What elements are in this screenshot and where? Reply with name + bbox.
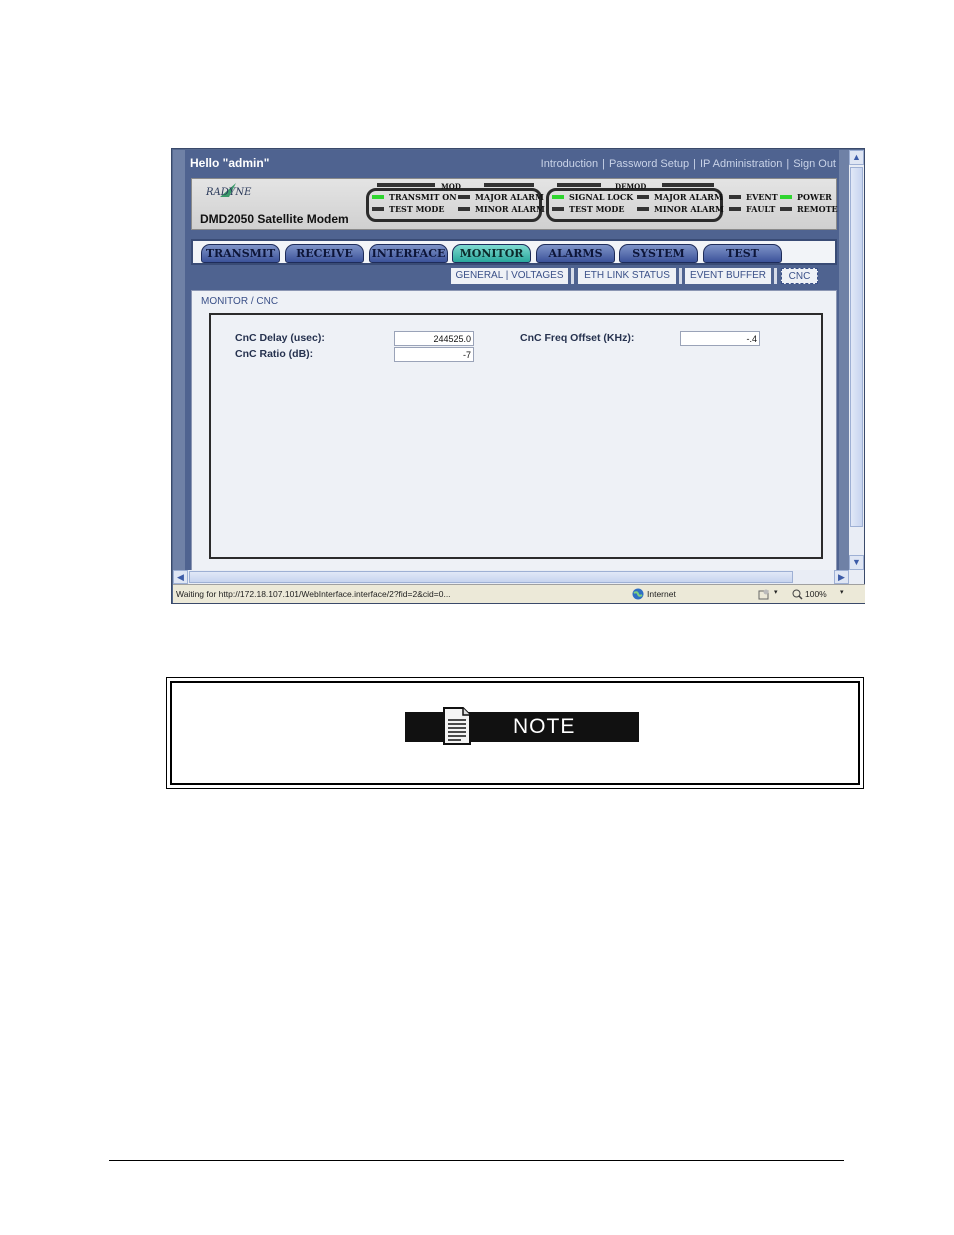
horizontal-scrollbar[interactable]: ◀ ▶ xyxy=(173,570,849,584)
status-banner: RADYNE DMD2050 Satellite Modem MOD TRANS… xyxy=(191,178,838,230)
modem-web-page: Hello "admin" Introduction | Password Set… xyxy=(185,150,839,570)
scroll-right-icon[interactable]: ▶ xyxy=(834,570,849,584)
tab-monitor[interactable]: MONITOR xyxy=(452,244,531,263)
brand-logo: RADYNE xyxy=(206,187,252,198)
password-setup-link[interactable]: Password Setup xyxy=(609,158,689,170)
subtab-divider xyxy=(679,268,682,284)
browser-window: Hello "admin" Introduction | Password Set… xyxy=(171,148,865,604)
tab-alarms[interactable]: ALARMS xyxy=(536,244,615,263)
greeting: Hello "admin" xyxy=(190,156,270,170)
breadcrumb: MONITOR / CNC xyxy=(201,296,279,307)
subtab-general-voltages[interactable]: GENERAL | VOLTAGES xyxy=(451,268,568,284)
tab-receive[interactable]: RECEIVE xyxy=(285,244,364,263)
led-power: POWER xyxy=(780,192,832,202)
mod-led-minor-alarm: MINOR ALARM xyxy=(458,204,545,214)
demod-led-signal-lock: SIGNAL LOCK xyxy=(552,192,633,202)
demod-led-test-mode: TEST MODE xyxy=(552,204,624,214)
cnc-freq-offset-label: CnC Freq Offset (KHz): xyxy=(520,332,635,344)
cnc-ratio-field[interactable]: -7 xyxy=(394,347,474,362)
note-box-inner: NOTE xyxy=(170,681,860,785)
content-panel: MONITOR / CNC CnC Delay (usec): 244525.0… xyxy=(191,290,837,570)
tab-transmit[interactable]: TRANSMIT xyxy=(201,244,280,263)
note-title: NOTE xyxy=(513,715,576,738)
scrollbar-corner xyxy=(849,570,864,584)
cnc-delay-field[interactable]: 244525.0 xyxy=(394,331,474,346)
tab-test[interactable]: TEST xyxy=(703,244,782,263)
mod-label: MOD xyxy=(441,182,461,191)
subtab-eth-link-status[interactable]: ETH LINK STATUS xyxy=(578,268,676,284)
vertical-scroll-thumb[interactable] xyxy=(850,167,863,527)
led-fault: FAULT xyxy=(729,204,775,214)
subtab-event-buffer[interactable]: EVENT BUFFER xyxy=(685,268,771,284)
browser-viewport: Hello "admin" Introduction | Password Set… xyxy=(173,150,849,570)
introduction-link[interactable]: Introduction xyxy=(541,158,598,170)
main-nav: TRANSMIT RECEIVE INTERFACE MONITOR ALARM… xyxy=(191,239,837,265)
ip-administration-link[interactable]: IP Administration xyxy=(700,158,782,170)
status-text: Waiting for http://172.18.107.101/WebInt… xyxy=(176,589,451,599)
zoom-level[interactable]: 100% xyxy=(805,589,827,599)
chevron-down-icon[interactable]: ▾ xyxy=(840,588,844,596)
mod-bar-left xyxy=(377,183,435,187)
tab-system[interactable]: SYSTEM xyxy=(619,244,698,263)
note-document-icon xyxy=(443,707,471,745)
demod-bar-left xyxy=(557,183,601,187)
vertical-scrollbar[interactable]: ▲ ▼ xyxy=(849,150,864,570)
scroll-down-icon[interactable]: ▼ xyxy=(849,555,864,570)
led-event: EVENT xyxy=(729,192,778,202)
globe-icon xyxy=(632,588,644,600)
top-links: Introduction | Password Setup | IP Adminis… xyxy=(540,158,836,170)
mod-led-major-alarm: MAJOR ALARM xyxy=(458,192,544,202)
demod-led-major-alarm: MAJOR ALARM xyxy=(637,192,723,202)
cnc-freq-offset-field[interactable]: -.4 xyxy=(680,331,760,346)
mod-led-transmit-on: TRANSMIT ON xyxy=(372,192,457,202)
sign-out-link[interactable]: Sign Out xyxy=(793,158,836,170)
subtab-divider xyxy=(571,268,574,284)
cnc-form: CnC Delay (usec): 244525.0 CnC Ratio (dB… xyxy=(209,313,823,559)
zoom-icon[interactable] xyxy=(792,589,803,600)
demod-led-minor-alarm: MINOR ALARM xyxy=(637,204,724,214)
mod-led-test-mode: TEST MODE xyxy=(372,204,444,214)
browser-status-bar: Waiting for http://172.18.107.101/WebInt… xyxy=(173,584,865,603)
model-name: DMD2050 Satellite Modem xyxy=(200,212,349,226)
led-remote: REMOTE xyxy=(780,204,838,214)
cnc-delay-label: CnC Delay (usec): xyxy=(235,332,325,344)
demod-bar-right xyxy=(662,183,714,187)
note-banner: NOTE xyxy=(405,707,639,745)
subtab-cnc[interactable]: CNC xyxy=(781,268,818,284)
note-box: NOTE xyxy=(166,677,864,789)
horizontal-scroll-thumb[interactable] xyxy=(189,571,793,583)
subtab-divider xyxy=(774,268,777,284)
scroll-left-icon[interactable]: ◀ xyxy=(173,570,188,584)
demod-label: DEMOD xyxy=(615,182,647,191)
tab-interface[interactable]: INTERFACE xyxy=(369,244,448,263)
protected-mode-icon[interactable] xyxy=(758,589,770,600)
footer-rule xyxy=(109,1160,844,1161)
scroll-up-icon[interactable]: ▲ xyxy=(849,150,864,165)
security-zone: Internet xyxy=(647,589,676,599)
cnc-ratio-label: CnC Ratio (dB): xyxy=(235,348,314,360)
mod-bar-right xyxy=(484,183,534,187)
chevron-down-icon[interactable]: ▾ xyxy=(774,588,778,596)
